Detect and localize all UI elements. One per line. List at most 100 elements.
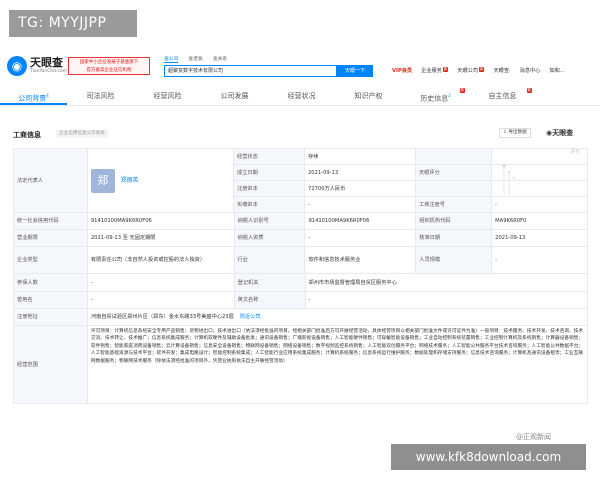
tab-ip[interactable]: 知识产权 (335, 88, 402, 105)
tab-operating-risk[interactable]: 经营风险 (134, 88, 201, 105)
approve-label: 核准日期 (416, 230, 493, 246)
tab-judicial-risk[interactable]: 司法风险 (67, 88, 134, 105)
tab-background[interactable]: 公司背景4 (0, 88, 67, 105)
tab-badge: 新 (526, 88, 532, 93)
english-value: - (306, 292, 589, 308)
brand-name: 天眼查 (552, 129, 574, 137)
tab-label: 自主信息 (488, 92, 517, 100)
authority-label: 登记机关 (234, 274, 306, 291)
capital-value: 72700万人民币 (305, 181, 416, 196)
company-tabs: 公司背景4 司法风险 经营风险 公司发展 经营状况 知识产权 历史信息2 新 自主… (0, 88, 600, 106)
source-hint[interactable]: 企业信用信息公示系统 (56, 130, 108, 138)
approve-value: 2021-09-13 (492, 230, 588, 246)
tab-operation[interactable]: 经营状况 (268, 88, 335, 105)
term-label: 营业期限 (14, 230, 88, 246)
search-tab-boss[interactable]: 查老板 (188, 55, 202, 63)
nav-corp[interactable]: 天眼查· (493, 67, 510, 74)
eye-logo-icon: ◉ (7, 56, 27, 76)
score-panel: 评分 (492, 148, 588, 212)
insured-label: 参保人数 (14, 274, 88, 291)
founded-value: 2021-09-13 (305, 165, 416, 180)
table-row: 参保人数 - 登记机关 郑州市市场监督管理局自贸区服务中心 (14, 274, 589, 292)
top-nav: VIP会员 企业服务新 天眼公司新 天眼查· 消息中心 如和... (392, 67, 565, 74)
score-label: 天眼评分 (416, 165, 492, 180)
overlay-tag: TG: MYYJJPP (9, 10, 137, 37)
tab-development[interactable]: 公司发展 (201, 88, 268, 105)
address-value: 河南自贸试验区郑州片区（郑东）金水东路33号美盛中心23层 (90, 314, 234, 320)
watermark: @正观新闻 (516, 433, 551, 441)
blank-label (416, 181, 492, 196)
score-chart-icon (502, 164, 520, 194)
brand-mark: ◉天眼查 (546, 128, 573, 138)
legal-rep-cell: 郑 郑丽英 (88, 149, 234, 212)
insured-value: - (88, 274, 235, 291)
staff-label: 人员规模 (416, 247, 493, 273)
table-row: 经营范围 许可项目：计算机信息系统安全专用产品销售；货物进出口；技术进出口（依法… (14, 326, 588, 404)
search-input[interactable]: 超聚变数字技术有限公司 (164, 65, 337, 77)
paid-value: - (305, 197, 416, 212)
capital-label: 注册资本 (234, 181, 305, 196)
nav-app[interactable]: 天眼公司新 (457, 67, 485, 74)
search-type-tabs: 查公司 查老板 查关系 (164, 55, 227, 63)
staff-value: - (492, 247, 588, 273)
promo-line-1: 国家中小企业发展子基金旗下 (79, 60, 139, 65)
promo-line-2: 官方备案企业征信机构 (86, 68, 132, 73)
industry-value: 软件和信息技术服务业 (305, 247, 417, 273)
nearby-companies-link[interactable]: 附近公司 (240, 313, 261, 321)
tab-history[interactable]: 历史信息2 新 (402, 88, 469, 105)
former-value: - (88, 292, 235, 308)
footer-url: www.kfk8download.com (391, 444, 586, 470)
orgcode-label: 组织机构代码 (416, 213, 493, 229)
nav-product-label: 企业服务 (421, 68, 442, 74)
regno-label: 工商注册号 (416, 197, 492, 212)
address-cell: 河南自贸试验区郑州片区（郑东）金水东路33号美盛中心23层 附近公司 (88, 309, 588, 325)
tab-label: 历史信息 (420, 94, 449, 103)
promo-banner[interactable]: 国家中小企业发展子基金旗下 官方备案企业征信机构 (68, 57, 150, 75)
export-label: 导出数据 (508, 130, 527, 135)
search-button[interactable]: 天眼一下 (337, 65, 373, 77)
type-value: 有限责任公司（非自然人投资或控股的法人独资） (88, 247, 235, 273)
export-button[interactable]: ⇩ 导出数据 (499, 128, 531, 138)
legal-rep-name[interactable]: 郑丽英 (121, 177, 139, 185)
nav-messages[interactable]: 消息中心 (520, 67, 541, 74)
table-row: 注册地址 河南自贸试验区郑州片区（郑东）金水东路33号美盛中心23层 附近公司 (14, 309, 588, 326)
table-row: 企业类型 有限责任公司（非自然人投资或控股的法人独资） 行业 软件和信息技术服务… (14, 247, 588, 274)
taxid-value: 91410100MA9K6R0F06 (305, 213, 417, 229)
taxpayer-value: - (305, 230, 417, 246)
authority-value: 郑州市市场监督管理局自贸区服务中心 (306, 274, 589, 291)
address-label: 注册地址 (14, 309, 88, 325)
nav-app-badge: 新 (479, 67, 485, 72)
table-row: 统一社会信用代码 91410100MA9K6R0F06 纳税人识别号 91410… (14, 213, 588, 230)
logo-name: 天眼查 (30, 56, 63, 69)
score-label-cell (416, 149, 492, 164)
paid-label: 实缴资本 (234, 197, 305, 212)
status-value: 存续 (305, 149, 416, 164)
tab-count: 2 (448, 93, 451, 98)
nav-user[interactable]: 如和... (549, 67, 564, 74)
logo-domain: TianYanCha.com (30, 69, 68, 74)
tab-self-info[interactable]: 自主信息 新 (469, 88, 536, 105)
site-logo[interactable]: ◉ 天眼查 TianYanCha.com (7, 56, 67, 76)
status-label: 经营状态 (234, 149, 305, 164)
taxid-label: 纳税人识别号 (234, 213, 306, 229)
legal-rep-label: 法定代表人 (14, 149, 88, 212)
credit-label: 统一社会信用代码 (14, 213, 88, 229)
industry-label: 行业 (234, 247, 306, 273)
credit-value: 91410100MA9K6R0F06 (88, 213, 235, 229)
scope-value: 许可项目：计算机信息系统安全专用产品销售；货物进出口；技术进出口（依法须经批准的… (88, 326, 588, 403)
search-tab-company[interactable]: 查公司 (164, 55, 179, 63)
nav-product[interactable]: 企业服务新 (421, 67, 449, 74)
english-label: 英文名称 (234, 292, 306, 308)
tab-count: 4 (46, 93, 49, 98)
nav-vip[interactable]: VIP会员 (392, 67, 412, 74)
tab-label: 公司背景 (18, 94, 47, 103)
legal-rep-avatar: 郑 (90, 168, 115, 193)
taxpayer-label: 纳税人资质 (234, 230, 306, 246)
section-title: 工商信息 (13, 131, 41, 139)
type-label: 企业类型 (14, 247, 88, 273)
site-header: ◉ 天眼查 TianYanCha.com 国家中小企业发展子基金旗下 官方备案企… (0, 48, 600, 86)
search-tab-relation[interactable]: 查关系 (213, 55, 227, 63)
nav-product-badge: 新 (442, 67, 449, 72)
nav-app-label: 天眼公司 (457, 68, 479, 74)
founded-label: 成立日期 (234, 165, 305, 180)
